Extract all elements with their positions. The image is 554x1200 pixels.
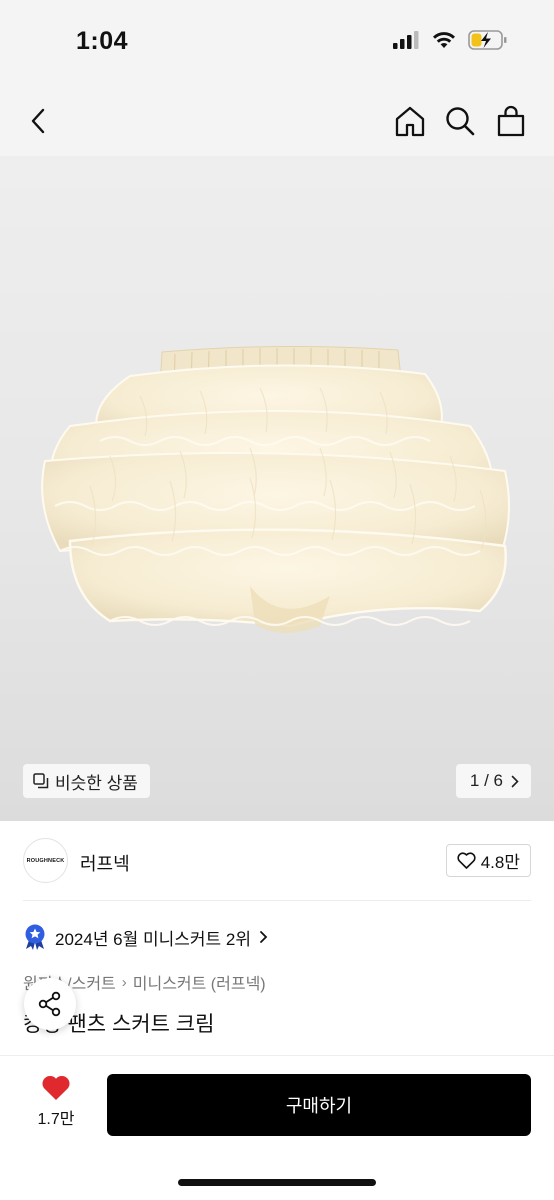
status-time: 1:04 (76, 27, 129, 55)
brand-logo-text: ROUGHNECK (26, 857, 65, 864)
nav-bar (0, 86, 554, 156)
divider (23, 900, 531, 901)
product-image (41, 345, 510, 634)
ranking-link[interactable]: 2024년 6월 미니스커트 2위 (23, 922, 268, 952)
brand-row: ROUGHNECK 러프넥 4.8만 (0, 821, 554, 901)
home-button[interactable] (391, 102, 429, 140)
cart-button[interactable] (492, 102, 530, 140)
similar-products-button[interactable]: 비슷한 상품 (23, 764, 150, 798)
battery-icon (468, 30, 507, 50)
share-button[interactable] (24, 978, 76, 1030)
image-page-indicator[interactable]: 1 / 6 (455, 764, 531, 798)
search-icon (446, 107, 475, 136)
shopping-bag-icon (497, 105, 525, 137)
home-icon (395, 106, 425, 137)
chevron-right-icon (260, 931, 268, 943)
wifi-icon (433, 32, 455, 48)
similar-products-label: 비슷한 상품 (55, 773, 138, 793)
search-button[interactable] (441, 102, 479, 140)
chevron-right-icon (511, 775, 519, 787)
breadcrumb-subcategory[interactable]: 미니스커트 (러프넥) (133, 970, 266, 994)
breadcrumb-separator-icon: › (121, 973, 127, 991)
wishlist-button[interactable]: 1.7만 (24, 1074, 88, 1129)
ranking-badge-icon (25, 924, 45, 950)
home-indicator (178, 1179, 376, 1186)
buy-button[interactable]: 구매하기 (107, 1074, 531, 1136)
product-image-carousel[interactable]: 비슷한 상품 1 / 6 (0, 156, 554, 821)
status-bar: 1:04 (0, 0, 554, 86)
heart-outline-icon (457, 852, 476, 869)
brand-like-count: 4.8만 (480, 853, 520, 872)
brand-logo[interactable]: ROUGHNECK (23, 838, 68, 883)
wishlist-count: 1.7만 (37, 1111, 75, 1128)
heart-filled-icon (42, 1075, 70, 1100)
chevron-left-icon (31, 108, 45, 134)
share-icon (38, 991, 61, 1017)
brand-like-button[interactable]: 4.8만 (445, 844, 531, 877)
copy-icon (33, 773, 49, 789)
ranking-text: 2024년 6월 미니스커트 2위 (55, 929, 252, 949)
signal-icon (393, 31, 419, 49)
brand-name[interactable]: 러프넥 (80, 850, 130, 876)
back-button[interactable] (20, 102, 58, 140)
status-icons (393, 30, 508, 50)
page-indicator-text: 1 / 6 (469, 771, 503, 790)
